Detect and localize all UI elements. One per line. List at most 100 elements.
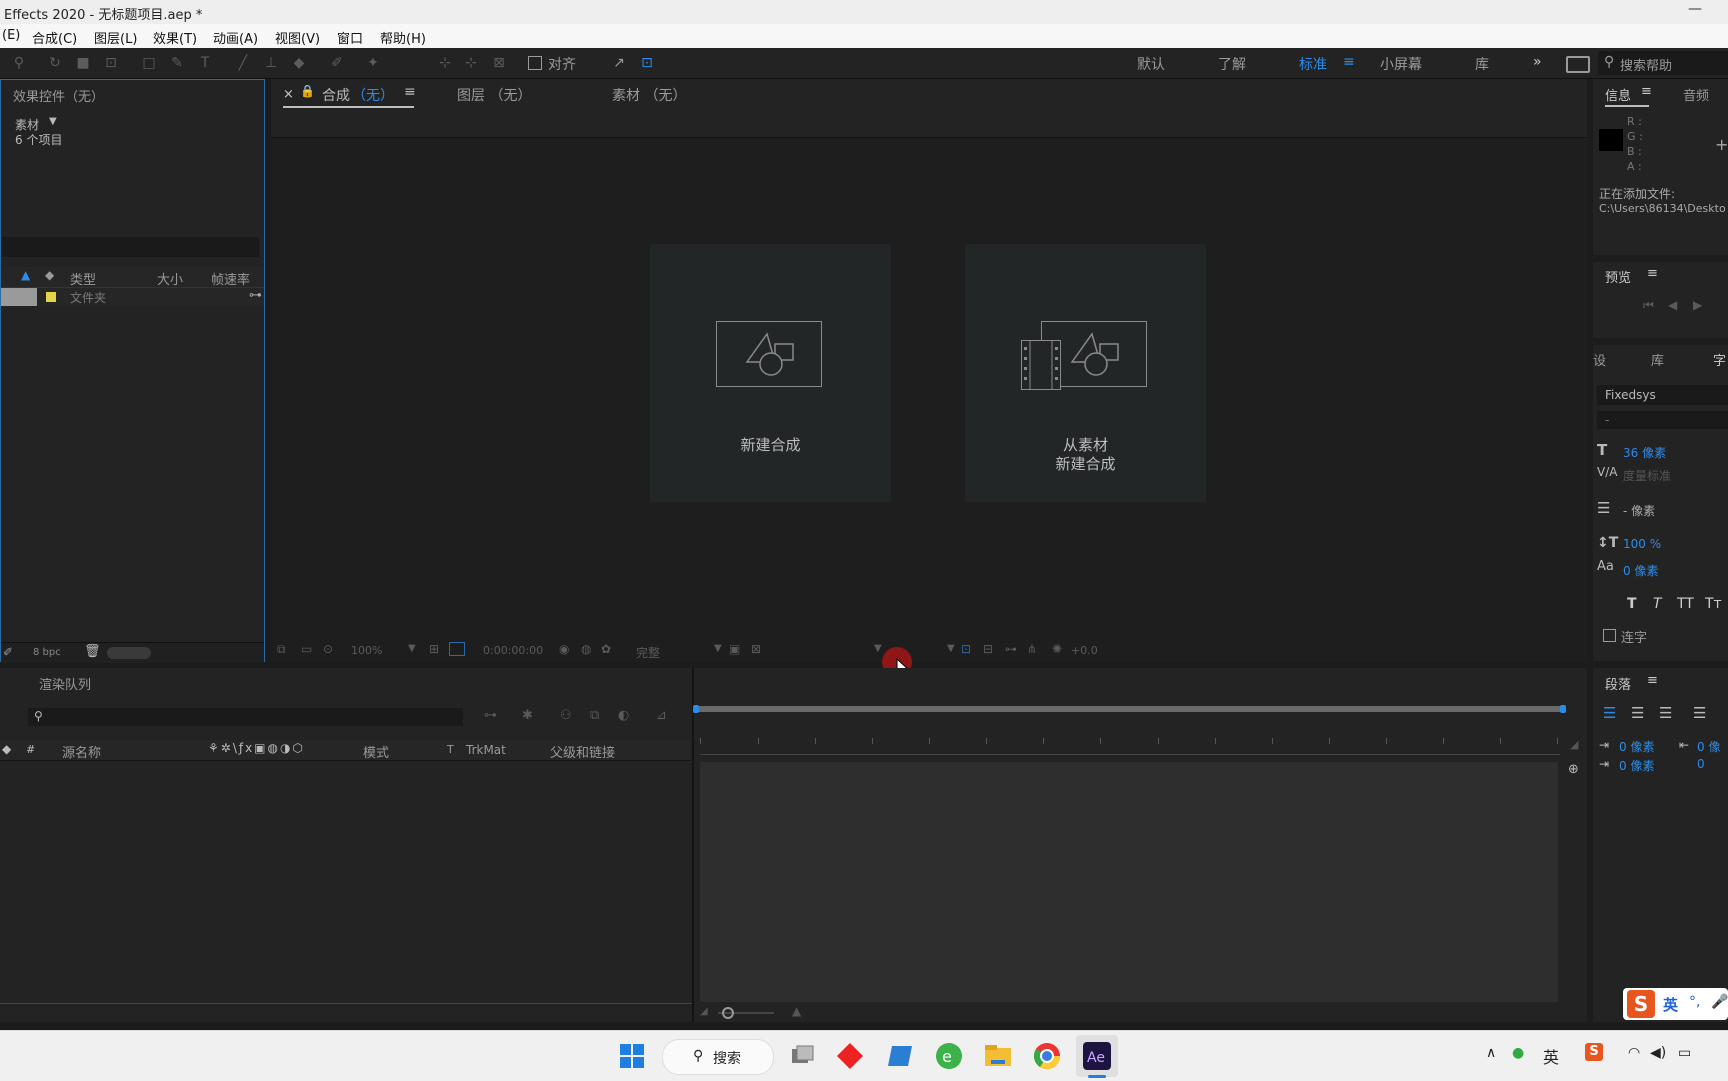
align-right-icon[interactable]: ☰ — [1659, 704, 1672, 722]
all-caps-icon[interactable]: TT — [1677, 596, 1694, 612]
type-tool-icon[interactable]: T — [196, 54, 214, 72]
puppet-tool-icon[interactable]: ✦ — [364, 54, 382, 72]
wifi-icon[interactable]: ◠ — [1628, 1045, 1640, 1061]
punctuation-icon[interactable]: °, — [1689, 994, 1700, 1010]
faux-italic-icon[interactable]: T — [1653, 596, 1662, 612]
after-effects-icon[interactable]: Ae — [1081, 1040, 1113, 1072]
column-size[interactable]: 大小 — [157, 269, 183, 288]
render-queue-tab[interactable]: 渲染队列 — [39, 674, 91, 693]
chrome-icon[interactable] — [1031, 1040, 1063, 1072]
comp-mini-flowchart-icon[interactable]: ⊶ — [484, 708, 497, 723]
tab-layer[interactable]: 图层 （无） — [457, 85, 531, 105]
frame-blending-icon[interactable]: ⧉ — [590, 708, 599, 723]
menu-help[interactable]: 帮助(H) — [380, 28, 426, 47]
font-size-value[interactable]: 36 像素 — [1623, 444, 1666, 461]
indent-first-value[interactable]: 0 像 — [1697, 738, 1720, 755]
effect-controls-title[interactable]: 效果控件（无） — [13, 86, 104, 105]
layer-search-input[interactable]: ⚲ — [28, 708, 463, 726]
bit-depth-button[interactable]: 8 bpc — [33, 647, 61, 658]
first-frame-icon[interactable]: ⏮ — [1643, 298, 1654, 313]
menu-animation[interactable]: 动画(A) — [213, 28, 258, 47]
minimize-button[interactable]: — — [1688, 1, 1702, 17]
graph-editor-icon[interactable]: ⊿ — [656, 708, 667, 723]
clone-stamp-tool-icon[interactable]: ⊥ — [262, 54, 280, 72]
motion-blur-icon[interactable]: ◐ — [618, 708, 629, 723]
file-explorer-icon[interactable] — [982, 1040, 1014, 1072]
info-menu-icon[interactable]: ≡ — [1641, 84, 1652, 99]
exposure-value[interactable]: +0.0 — [1071, 644, 1098, 657]
trash-icon[interactable]: 🗑 — [84, 644, 101, 659]
rectangle-tool-icon[interactable]: □ — [140, 54, 158, 72]
pan-behind-tool-icon[interactable]: ⊡ — [102, 54, 120, 72]
toggle-pixel-aspect-icon[interactable]: ⊡ — [961, 642, 971, 656]
work-area-start-handle[interactable] — [693, 705, 699, 713]
flowchart-node-icon[interactable]: ⋔ — [1027, 642, 1037, 656]
new-composition-from-footage-card[interactable]: 从素材 新建合成 — [965, 244, 1206, 502]
column-mode[interactable]: 模式 — [363, 742, 389, 761]
column-source-name[interactable]: 源名称 — [62, 742, 101, 761]
comp-flowchart-icon[interactable]: ⊶ — [1005, 642, 1017, 656]
menu-layer[interactable]: 图层(L) — [94, 28, 137, 47]
timeline-track-area[interactable] — [700, 762, 1558, 1002]
monitor-icon[interactable]: ▭ — [301, 642, 312, 656]
indent-left-value[interactable]: 0 像素 — [1619, 738, 1654, 755]
app-blue-icon[interactable] — [884, 1040, 916, 1072]
battery-icon[interactable]: ▭ — [1678, 1045, 1691, 1061]
workspace-default[interactable]: 默认 — [1137, 54, 1165, 74]
zoom-in-icon[interactable]: ▲ — [792, 1004, 801, 1018]
eraser-tool-icon[interactable]: ◆ — [290, 54, 308, 72]
sort-ascending-icon[interactable]: ▲ — [21, 268, 30, 282]
color-channel-icon[interactable]: ✿ — [601, 642, 611, 656]
workspace-edit-icon[interactable] — [1566, 56, 1590, 73]
space-after-value[interactable]: 0 — [1697, 757, 1705, 771]
paragraph-menu-icon[interactable]: ≡ — [1647, 673, 1658, 688]
faux-bold-icon[interactable]: T — [1627, 596, 1637, 612]
app-red-diamond-icon[interactable] — [834, 1040, 866, 1072]
ligature-checkbox[interactable] — [1603, 629, 1616, 642]
task-view-icon[interactable] — [786, 1040, 818, 1072]
align-left-icon[interactable]: ☰ — [1603, 704, 1616, 722]
views-chevron-icon[interactable]: ▼ — [947, 643, 955, 654]
tab-library[interactable]: 库 — [1651, 350, 1664, 369]
resolution-dropdown[interactable]: 完整 — [636, 644, 660, 661]
close-tab-icon[interactable]: × — [283, 87, 294, 102]
play-icon[interactable]: ▶ — [1693, 298, 1702, 312]
transparency-grid-icon[interactable]: ⊠ — [751, 642, 761, 656]
workspace-library[interactable]: 库 — [1475, 54, 1489, 74]
menu-edit[interactable]: (E) — [2, 28, 20, 43]
zoom-chevron-icon[interactable]: ▼ — [408, 643, 416, 654]
resolution-chevron-icon[interactable]: ▼ — [714, 643, 722, 654]
tab-composition-none[interactable]: （无） — [352, 85, 394, 105]
zoom-out-icon[interactable]: ◢ — [700, 1006, 708, 1017]
sogou-tray-icon[interactable]: S — [1585, 1043, 1603, 1061]
microphone-icon[interactable]: 🎤 — [1711, 994, 1728, 1010]
work-area-bar[interactable] — [695, 706, 1564, 712]
preview-menu-icon[interactable]: ≡ — [1647, 266, 1658, 281]
fast-preview-icon[interactable] — [449, 642, 465, 656]
shy-layers-icon[interactable]: ⚇ — [560, 708, 572, 723]
flowchart-icon[interactable]: ⊶ — [249, 288, 262, 303]
show-snapshot-icon[interactable]: ◍ — [581, 642, 591, 656]
timeline-icon[interactable]: ⊟ — [983, 642, 993, 656]
new-composition-card[interactable]: 新建合成 — [650, 244, 891, 502]
column-number[interactable]: # — [26, 743, 35, 756]
workspace-standard[interactable]: 标准 — [1299, 54, 1327, 74]
roto-brush-tool-icon[interactable]: ✐ — [328, 54, 346, 72]
table-row[interactable]: 文件夹 ⊶ — [1, 288, 264, 306]
align-checkbox[interactable] — [528, 56, 542, 70]
leading-value[interactable]: - 像素 — [1623, 502, 1655, 519]
tab-audio[interactable]: 音频 — [1683, 85, 1709, 104]
tab-info[interactable]: 信息 — [1605, 85, 1631, 104]
label-color-swatch[interactable] — [46, 292, 56, 302]
tab-character[interactable]: 字 — [1713, 350, 1726, 369]
column-parent[interactable]: 父级和链接 — [550, 742, 615, 761]
more-workspaces-icon[interactable]: » — [1533, 54, 1542, 70]
project-search-input[interactable] — [1, 237, 259, 257]
safe-margins-icon[interactable]: ⊞ — [429, 642, 439, 656]
current-timecode[interactable]: 0:00:00:00 — [483, 644, 543, 657]
menu-composition[interactable]: 合成(C) — [32, 28, 77, 47]
brush-tool-icon[interactable]: ╱ — [234, 54, 252, 72]
region-of-interest-icon[interactable]: ▣ — [729, 642, 740, 656]
exposure-icon[interactable]: ✺ — [1052, 642, 1062, 656]
switches-icons[interactable]: ⚘✲\ƒx▣◍◑⬡ — [208, 741, 305, 755]
